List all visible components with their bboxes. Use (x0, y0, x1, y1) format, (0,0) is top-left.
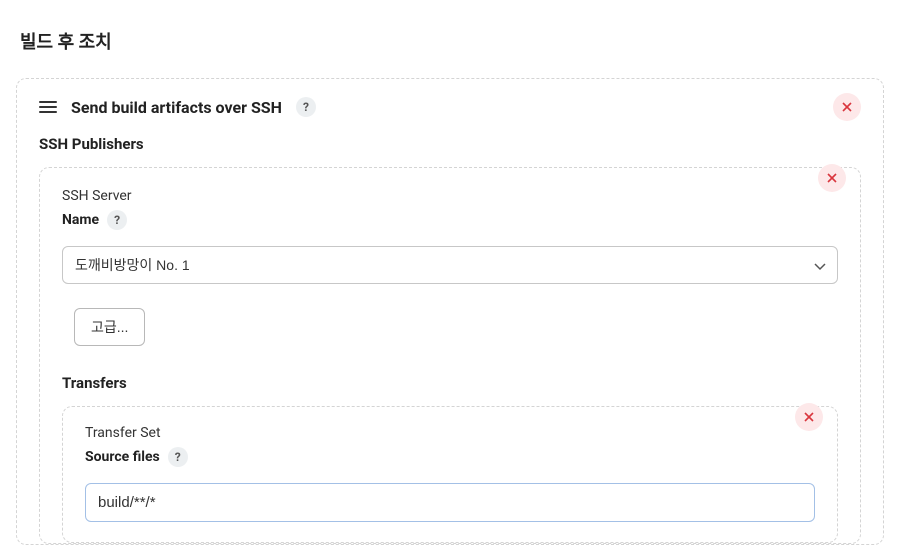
close-icon (826, 172, 838, 184)
remove-publisher-button[interactable] (818, 164, 846, 192)
source-files-input[interactable] (85, 483, 815, 522)
ssh-publisher-container: SSH Server Name ? 도깨비방망이 No. 1 고급... Tra… (39, 167, 861, 544)
help-icon[interactable]: ? (296, 97, 316, 117)
post-build-step-container: Send build artifacts over SSH ? SSH Publ… (16, 78, 884, 545)
source-files-label: Source files (85, 449, 160, 465)
step-header: Send build artifacts over SSH ? (39, 97, 861, 117)
name-label-row: Name ? (62, 210, 838, 230)
close-icon (841, 101, 853, 113)
close-icon (803, 411, 815, 423)
ssh-server-select-wrap: 도깨비방망이 No. 1 (62, 246, 838, 284)
step-title: Send build artifacts over SSH (71, 98, 282, 117)
page-title: 빌드 후 조치 (16, 28, 884, 54)
ssh-server-title: SSH Server (62, 188, 838, 204)
help-icon[interactable]: ? (107, 210, 127, 230)
name-label: Name (62, 212, 99, 228)
transfer-set-container: Transfer Set Source files ? (62, 406, 838, 543)
remove-transfer-button[interactable] (795, 403, 823, 431)
ssh-server-select[interactable]: 도깨비방망이 No. 1 (62, 246, 838, 284)
source-files-label-row: Source files ? (85, 447, 815, 467)
help-icon[interactable]: ? (168, 447, 188, 467)
remove-step-button[interactable] (833, 93, 861, 121)
transfer-set-title: Transfer Set (85, 425, 815, 441)
ssh-publishers-label: SSH Publishers (39, 135, 861, 153)
drag-handle-icon[interactable] (39, 101, 57, 113)
advanced-button[interactable]: 고급... (74, 308, 145, 346)
transfers-label: Transfers (62, 374, 838, 392)
